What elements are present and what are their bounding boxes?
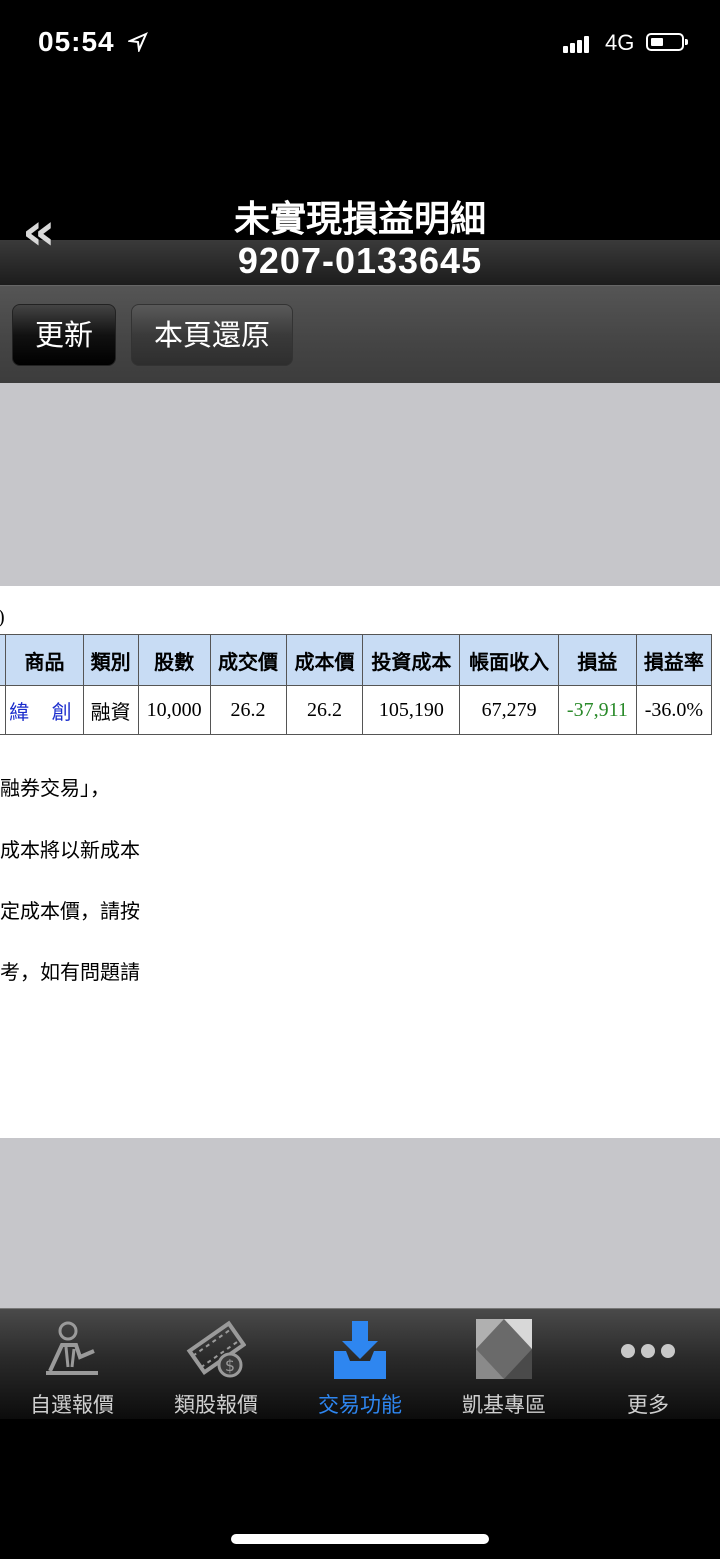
reset-page-button[interactable]: 本頁還原 [131,304,293,366]
toolbar: 更新 本頁還原 [0,285,720,384]
partial-text: ) [0,606,5,629]
tab-label: 更多 [627,1393,669,1417]
tab-trading[interactable]: 交易功能 [288,1309,432,1419]
top-blank-area [0,383,720,586]
account-number: 9207-0133645 [237,240,483,281]
download-tray-icon [334,1321,386,1379]
header-deal-price: 成交價 [209,634,287,686]
tab-bar: 自選報價 $ 類股報價 交易功能 凱基專區 更多 [0,1308,720,1419]
more-dots-icon [621,1344,675,1358]
cell-pnl-rate: -36.0% [635,685,713,735]
header-cost-price: 成本價 [285,634,364,686]
network-type: 4G [605,30,635,55]
header-pnl-rate: 損益率 [635,634,713,686]
note-line-3: 定成本價，請按 [0,899,140,923]
product-link[interactable]: 緯 創 [5,685,84,735]
status-bar: 05:54 4G [0,0,720,90]
note-line-4: 考，如有問題請 [0,960,140,984]
cell-invest-cost: 105,190 [362,685,461,735]
tab-label: 交易功能 [318,1393,402,1417]
bottom-blank-area [0,1138,720,1308]
film-dollar-icon: $ [186,1320,246,1378]
content-panel: ) 商品 類別 股數 成交價 成本價 投資成本 帳面收入 損益 損益率 緯 創 … [0,586,720,1138]
table-header-row: 商品 類別 股數 成交價 成本價 投資成本 帳面收入 損益 損益率 [0,634,713,686]
signal-icon [563,34,591,53]
tab-sector-quotes[interactable]: $ 類股報價 [144,1309,288,1419]
table-row[interactable]: 緯 創 融資 10,000 26.2 26.2 105,190 67,279 -… [0,685,713,735]
page-title: 未實現損益明細 [233,199,486,240]
cell-cost-price: 26.2 [285,685,364,735]
note-line-1: 融券交易」， [0,776,110,800]
cell-shares: 10,000 [137,685,211,735]
refresh-button[interactable]: 更新 [12,304,116,366]
header-product: 商品 [5,634,84,686]
header-type: 類別 [82,634,139,686]
kgi-logo-icon [476,1319,532,1379]
tab-label: 自選報價 [30,1393,114,1417]
tab-label: 凱基專區 [462,1393,546,1417]
header-pnl: 損益 [557,634,637,686]
cell-book-income: 67,279 [459,685,559,735]
location-arrow-icon [128,32,148,52]
tab-more[interactable]: 更多 [576,1309,720,1419]
cell-pnl: -37,911 [557,685,637,735]
svg-text:$: $ [225,1356,235,1375]
note-line-2: 成本將以新成本 [0,838,140,862]
tab-label: 類股報價 [174,1393,258,1417]
header-shares: 股數 [137,634,211,686]
unrealized-pnl-table: 商品 類別 股數 成交價 成本價 投資成本 帳面收入 損益 損益率 緯 創 融資… [0,634,713,735]
home-indicator[interactable] [231,1534,489,1544]
battery-icon [646,33,688,51]
status-time: 05:54 [38,26,115,57]
tab-watchlist[interactable]: 自選報價 [0,1309,144,1419]
cell-type: 融資 [82,685,139,735]
cell-deal-price: 26.2 [209,685,287,735]
header-book-income: 帳面收入 [459,634,559,686]
tab-kgi-zone[interactable]: 凱基專區 [432,1309,576,1419]
header-invest-cost: 投資成本 [362,634,461,686]
nav-header: « 未實現損益明細 9207-0133645 [0,90,720,285]
person-chart-icon [46,1321,98,1375]
